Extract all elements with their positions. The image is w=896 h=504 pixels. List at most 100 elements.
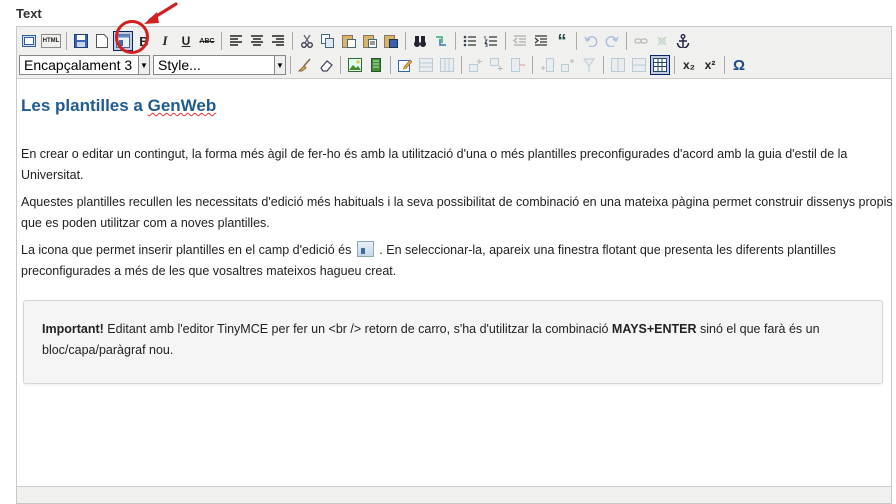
link-icon bbox=[634, 38, 648, 44]
style-select-value: Style... bbox=[158, 57, 201, 73]
align-right-icon bbox=[272, 35, 284, 46]
split-cells-icon bbox=[611, 58, 625, 72]
toolbar-separator bbox=[603, 56, 604, 74]
toolbar-separator bbox=[66, 32, 67, 50]
align-left-icon bbox=[230, 35, 242, 46]
toolbar-separator bbox=[505, 32, 506, 50]
link-button[interactable] bbox=[631, 31, 651, 51]
notice-strong-shortcut: MAYS+ENTER bbox=[611, 322, 697, 336]
edit-icon bbox=[398, 59, 412, 72]
new-document-icon bbox=[96, 34, 108, 48]
outdent-icon bbox=[513, 35, 526, 46]
paste-text-button[interactable] bbox=[360, 31, 380, 51]
table-cell-props-button[interactable] bbox=[437, 55, 457, 75]
redo-icon bbox=[605, 36, 619, 47]
cleanup-button[interactable] bbox=[295, 55, 315, 75]
unlink-button[interactable] bbox=[652, 31, 672, 51]
paste-button[interactable] bbox=[339, 31, 359, 51]
image-icon bbox=[348, 58, 362, 72]
strikethrough-button[interactable]: ABC bbox=[197, 31, 217, 51]
new-document-button[interactable] bbox=[92, 31, 112, 51]
copy-button[interactable] bbox=[318, 31, 338, 51]
notice-strong-important: Important! bbox=[42, 322, 104, 336]
toolbar-separator bbox=[626, 32, 627, 50]
numbered-list-button[interactable] bbox=[481, 31, 501, 51]
paragraph-1: En crear o editar un contingut, la forma… bbox=[21, 147, 848, 182]
delete-row-button[interactable] bbox=[508, 55, 528, 75]
italic-button[interactable]: I bbox=[155, 31, 175, 51]
table-row-props-button[interactable] bbox=[416, 55, 436, 75]
delete-row-icon bbox=[511, 58, 525, 72]
replace-button[interactable] bbox=[431, 31, 451, 51]
underline-button[interactable]: U bbox=[176, 31, 196, 51]
align-center-icon bbox=[251, 35, 263, 46]
field-label: Text bbox=[16, 6, 42, 21]
undo-button[interactable] bbox=[581, 31, 601, 51]
subscript-button[interactable]: x₂ bbox=[679, 55, 699, 75]
merge-cells-button[interactable] bbox=[629, 55, 649, 75]
table-cell-icon bbox=[440, 58, 454, 72]
paste-word-button[interactable] bbox=[381, 31, 401, 51]
toolbar-row-1: HTML B I U ABC “ bbox=[19, 29, 889, 53]
template-icon bbox=[356, 241, 374, 257]
superscript-button[interactable]: x² bbox=[700, 55, 720, 75]
heading-format-value: Encapçalament 3 bbox=[24, 57, 133, 73]
save-button[interactable] bbox=[71, 31, 91, 51]
chevron-down-icon: ▼ bbox=[138, 56, 149, 74]
insert-col-after-button[interactable] bbox=[558, 55, 578, 75]
fullscreen-button[interactable] bbox=[19, 31, 39, 51]
insert-column-after-icon bbox=[561, 59, 574, 72]
redo-button[interactable] bbox=[602, 31, 622, 51]
paste-word-icon bbox=[384, 35, 398, 48]
heading-spellchecked-word: GenWeb bbox=[147, 96, 217, 115]
insert-row-before-button[interactable] bbox=[466, 55, 486, 75]
split-cells-button[interactable] bbox=[608, 55, 628, 75]
bullet-list-button[interactable] bbox=[460, 31, 480, 51]
align-right-button[interactable] bbox=[268, 31, 288, 51]
toolbar-separator bbox=[390, 56, 391, 74]
html-source-button[interactable]: HTML bbox=[41, 34, 61, 48]
bullet-list-icon bbox=[463, 35, 476, 47]
insert-image-button[interactable] bbox=[345, 55, 365, 75]
anchor-button[interactable] bbox=[673, 31, 693, 51]
align-left-button[interactable] bbox=[226, 31, 246, 51]
heading-format-select[interactable]: Encapçalament 3 ▼ bbox=[19, 55, 150, 75]
unlink-icon bbox=[657, 36, 667, 46]
anchor-icon bbox=[676, 34, 690, 48]
binoculars-icon bbox=[414, 36, 426, 47]
toolbar-separator bbox=[340, 56, 341, 74]
toolbar-separator bbox=[455, 32, 456, 50]
toolbar-separator bbox=[576, 32, 577, 50]
special-char-button[interactable]: Ω bbox=[729, 55, 749, 75]
insert-col-before-button[interactable] bbox=[537, 55, 557, 75]
indent-button[interactable] bbox=[531, 31, 551, 51]
paragraph-2: Aquestes plantilles recullen les necessi… bbox=[21, 195, 893, 230]
numbered-list-icon bbox=[484, 36, 497, 47]
outdent-button[interactable] bbox=[510, 31, 530, 51]
fullscreen-icon bbox=[22, 35, 36, 47]
cut-button[interactable] bbox=[297, 31, 317, 51]
blockquote-button[interactable]: “ bbox=[552, 31, 572, 51]
insert-media-button[interactable] bbox=[366, 55, 386, 75]
edit-content-button[interactable] bbox=[395, 55, 415, 75]
toolbar-separator bbox=[405, 32, 406, 50]
important-notice-box: Important! Editant amb l'editor TinyMCE … bbox=[23, 300, 883, 384]
editor-statusbar bbox=[17, 486, 891, 503]
editor-content[interactable]: Les plantilles a GenWeb En crear o edita… bbox=[17, 83, 896, 485]
remove-format-button[interactable] bbox=[316, 55, 336, 75]
find-button[interactable] bbox=[410, 31, 430, 51]
insert-column-icon bbox=[541, 58, 554, 72]
style-select[interactable]: Style... ▼ bbox=[153, 55, 286, 75]
insert-table-button[interactable] bbox=[650, 55, 670, 75]
align-center-button[interactable] bbox=[247, 31, 267, 51]
undo-icon bbox=[584, 36, 598, 47]
insert-row-after-button[interactable] bbox=[487, 55, 507, 75]
notice-text-1: Editant amb l'editor TinyMCE per fer un … bbox=[103, 322, 612, 336]
delete-col-button[interactable] bbox=[579, 55, 599, 75]
replace-icon bbox=[436, 36, 446, 46]
paste-text-icon bbox=[363, 35, 377, 48]
insert-table-icon bbox=[653, 58, 667, 72]
copy-icon bbox=[321, 34, 334, 48]
paragraph-3-before: La icona que permet inserir plantilles e… bbox=[21, 243, 355, 257]
scissors-icon bbox=[301, 34, 313, 48]
